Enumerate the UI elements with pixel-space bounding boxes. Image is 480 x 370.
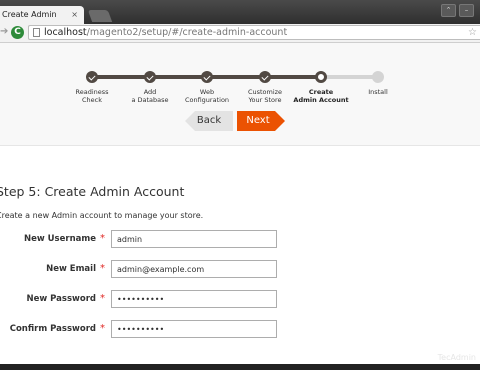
progress-track-remaining <box>321 75 378 79</box>
progress-step-2-dot <box>144 71 156 83</box>
url-text: localhost/magento2/setup/#/create-admin-… <box>44 26 287 40</box>
next-button[interactable]: Next <box>237 111 285 131</box>
page-title: Step 5: Create Admin Account <box>0 184 185 199</box>
bottom-bar <box>0 364 480 370</box>
page-description: Create a new Admin account to manage you… <box>0 211 204 220</box>
required-mark: * <box>100 293 105 304</box>
required-mark: * <box>100 263 105 274</box>
progress-step-6-dot <box>372 71 384 83</box>
username-input[interactable] <box>111 230 277 248</box>
reload-icon[interactable]: C <box>11 26 24 39</box>
window-menu-icon[interactable]: ⌃ <box>441 4 456 17</box>
back-button[interactable]: Back <box>185 111 233 131</box>
progress-bar: Readiness Check Add a Database Web Configu… <box>0 43 480 113</box>
forward-arrow-icon[interactable]: ➔ <box>0 26 8 37</box>
email-input[interactable] <box>111 260 277 278</box>
password-input[interactable] <box>111 290 277 308</box>
progress-step-4-dot <box>259 71 271 83</box>
email-label: New Email <box>46 264 96 274</box>
url-path: /magento2/setup/#/create-admin-account <box>86 27 288 38</box>
page-icon <box>33 28 40 37</box>
browser-titlebar: Create Admin Account × ⌃ – <box>0 0 480 37</box>
confirm-password-input[interactable] <box>111 320 277 338</box>
username-label: New Username <box>23 234 96 244</box>
bookmark-star-icon[interactable]: ☆ <box>468 26 477 40</box>
window-controls: ⌃ – <box>441 4 474 17</box>
password-label: New Password <box>26 294 96 304</box>
progress-step-5-dot <box>315 71 327 83</box>
required-mark: * <box>100 323 105 334</box>
window-minimize-icon[interactable]: – <box>459 4 474 17</box>
tab-close-icon[interactable]: × <box>71 6 78 24</box>
progress-step-1-dot <box>86 71 98 83</box>
address-bar[interactable]: localhost/magento2/setup/#/create-admin-… <box>28 25 480 40</box>
required-mark: * <box>100 233 105 244</box>
new-tab-button[interactable] <box>87 10 113 22</box>
url-host: localhost <box>44 27 87 38</box>
watermark: TecAdmin <box>437 353 476 362</box>
confirm-password-label: Confirm Password <box>9 324 96 334</box>
browser-tab[interactable]: Create Admin Account × <box>0 6 84 37</box>
progress-step-3-dot <box>201 71 213 83</box>
browser-toolbar: ➔ C localhost/magento2/setup/#/create-ad… <box>0 24 480 43</box>
progress-step-6-label: Install <box>368 88 388 96</box>
